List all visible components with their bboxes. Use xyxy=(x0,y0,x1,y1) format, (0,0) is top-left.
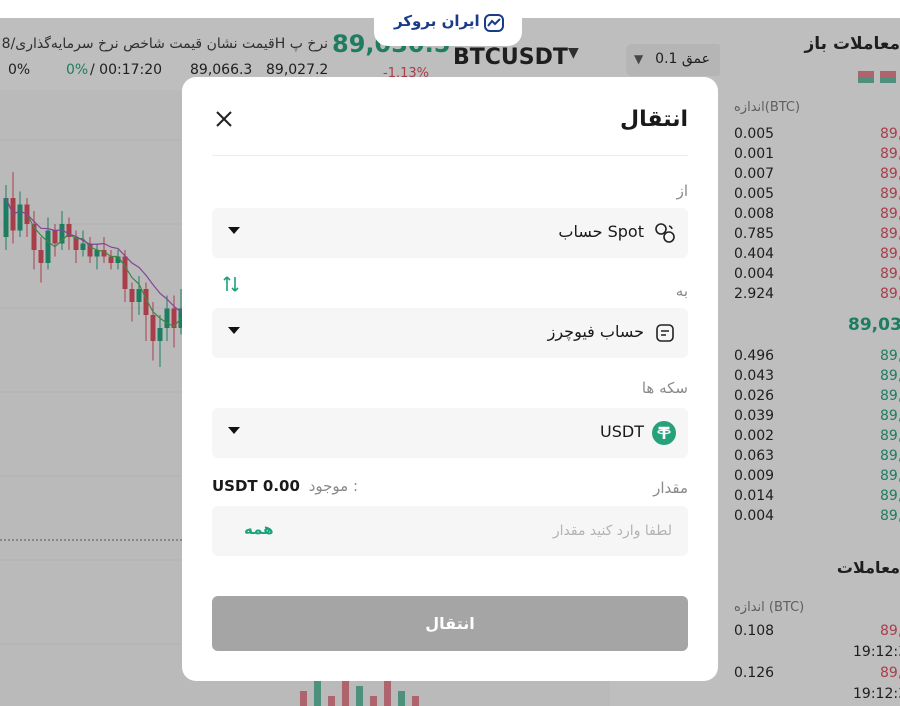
from-account-select[interactable]: حساب Spot xyxy=(212,208,688,258)
modal-title: انتقال xyxy=(620,107,688,132)
transfer-submit-button[interactable]: انتقال xyxy=(212,596,688,651)
amount-input[interactable] xyxy=(332,519,672,543)
close-icon[interactable] xyxy=(212,107,236,131)
from-account-value: حساب Spot xyxy=(558,222,644,241)
transfer-modal: انتقال از حساب Spot به حساب فیوچرز سکه ه… xyxy=(182,77,718,681)
swap-icon[interactable] xyxy=(222,275,240,293)
spot-account-icon xyxy=(655,223,675,243)
balance-value: USDT 0.00 xyxy=(212,477,300,495)
to-account-value: حساب فیوچرز xyxy=(547,322,644,341)
trend-chart-icon xyxy=(484,14,504,32)
brand-name: ایران بروکر xyxy=(394,12,480,30)
caret-down-icon xyxy=(228,227,240,234)
to-label: به xyxy=(675,282,688,300)
coin-label: سکه ها xyxy=(641,379,688,397)
coin-value: USDT xyxy=(600,422,644,441)
from-label: از xyxy=(676,182,688,200)
caret-down-icon xyxy=(228,327,240,334)
amount-label: مقدار xyxy=(653,479,688,497)
usdt-coin-icon xyxy=(652,421,676,445)
brand-logo: ایران بروکر xyxy=(374,0,522,46)
balance-label: موجود : xyxy=(308,477,359,495)
top-strip xyxy=(522,0,900,18)
caret-down-icon xyxy=(228,427,240,434)
amount-field[interactable]: همه xyxy=(212,506,688,556)
max-amount-button[interactable]: همه xyxy=(244,520,274,538)
futures-account-icon xyxy=(656,324,674,342)
available-balance: USDT 0.00 موجود : xyxy=(212,477,358,495)
to-account-select[interactable]: حساب فیوچرز xyxy=(212,308,688,358)
title-divider xyxy=(212,155,688,156)
top-strip xyxy=(0,0,374,18)
coin-select[interactable]: USDT xyxy=(212,408,688,458)
